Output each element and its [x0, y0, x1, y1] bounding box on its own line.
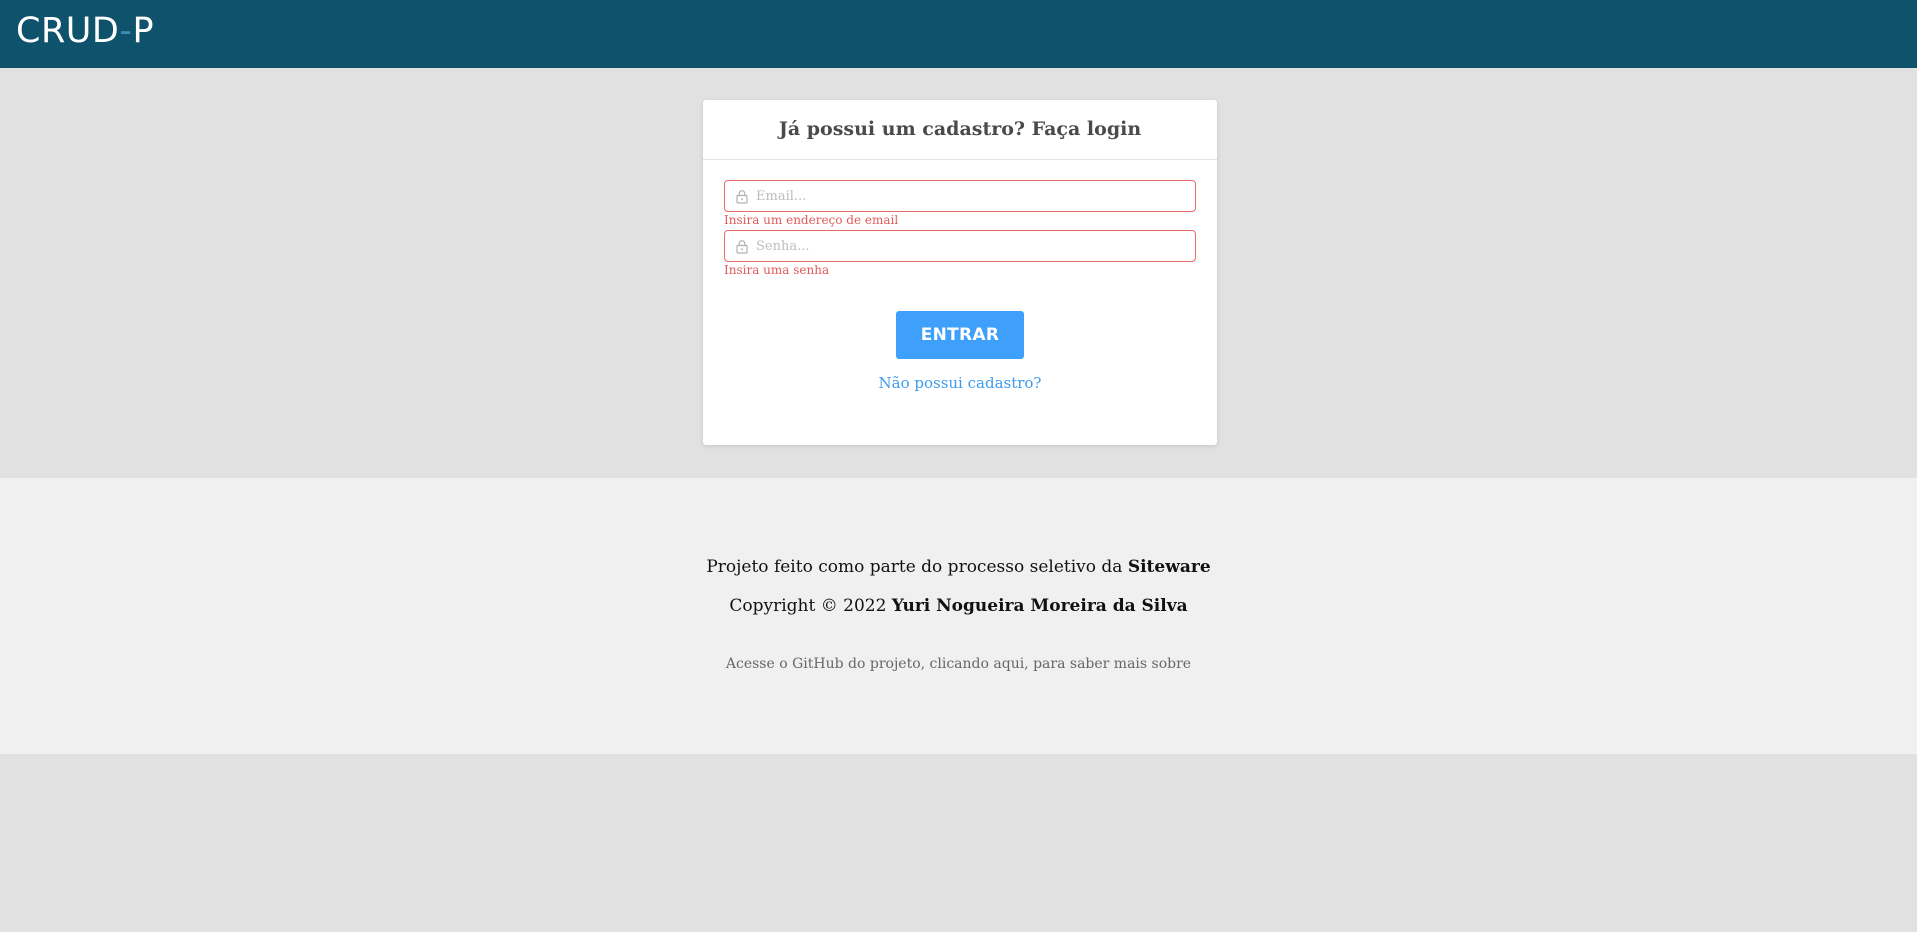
email-field[interactable]: [724, 180, 1196, 212]
footer-project-note: Projeto feito como parte do processo sel…: [0, 557, 1917, 577]
login-title: Já possui um cadastro? Faça login: [778, 118, 1142, 140]
footer-copyright-text: Copyright © 2022: [729, 596, 892, 616]
register-link[interactable]: Não possui cadastro?: [703, 374, 1217, 392]
email-error-message: Insira um endereço de email: [724, 213, 899, 227]
logo-dash: -: [119, 11, 133, 51]
login-submit-button[interactable]: ENTRAR: [896, 311, 1024, 359]
lock-icon: [736, 190, 748, 204]
page-footer: Projeto feito como parte do processo sel…: [0, 478, 1917, 754]
password-input[interactable]: [756, 231, 1186, 261]
login-card-header: Já possui um cadastro? Faça login: [703, 100, 1217, 160]
app-logo[interactable]: CRUD-P: [16, 11, 154, 51]
email-input[interactable]: [756, 181, 1186, 211]
login-card: Já possui um cadastro? Faça login Insira…: [703, 100, 1217, 445]
footer-company-name: Siteware: [1127, 557, 1211, 577]
footer-author-name: Yuri Nogueira Moreira da Silva: [891, 596, 1188, 616]
password-error-message: Insira uma senha: [724, 263, 830, 277]
footer-github-link[interactable]: Acesse o GitHub do projeto, clicando aqu…: [0, 656, 1917, 672]
password-field[interactable]: [724, 230, 1196, 262]
logo-text-left: CRUD: [16, 11, 120, 51]
footer-project-text: Projeto feito como parte do processo sel…: [706, 557, 1128, 577]
top-navbar: CRUD-P: [0, 0, 1917, 68]
footer-copyright: Copyright © 2022 Yuri Nogueira Moreira d…: [0, 596, 1917, 616]
logo-text-right: P: [132, 11, 155, 51]
lock-icon: [736, 240, 748, 254]
